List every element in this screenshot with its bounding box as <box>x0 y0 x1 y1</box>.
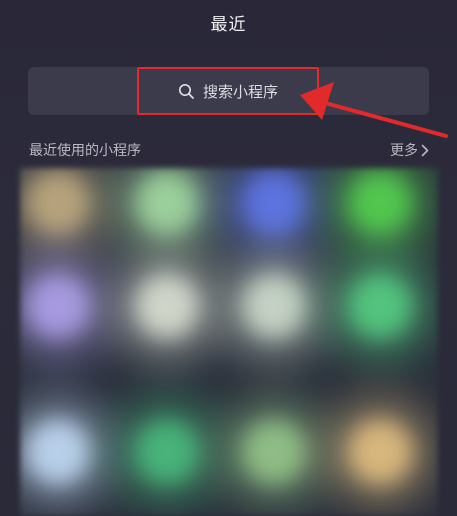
app-icon[interactable] <box>349 421 411 483</box>
search-icon <box>178 83 195 100</box>
chevron-right-icon <box>421 144 429 157</box>
app-icon[interactable] <box>243 172 305 234</box>
app-icon[interactable] <box>349 172 411 234</box>
search-content[interactable]: 搜索小程序 <box>178 80 278 102</box>
more-label: 更多 <box>390 143 418 159</box>
more-link[interactable]: 更多 <box>390 140 429 160</box>
page-title: 最近 <box>210 15 247 35</box>
app-icon[interactable] <box>27 172 89 234</box>
recent-section-label: 最近使用的小程序 <box>29 143 141 159</box>
search-placeholder: 搜索小程序 <box>203 82 279 101</box>
app-icon[interactable] <box>27 275 89 337</box>
recent-apps-grid[interactable] <box>20 168 438 516</box>
app-icon[interactable] <box>136 275 198 337</box>
app-icon[interactable] <box>243 275 305 337</box>
app-icon[interactable] <box>136 421 198 483</box>
app-icon[interactable] <box>27 421 89 483</box>
app-icon[interactable] <box>243 421 305 483</box>
app-icon[interactable] <box>136 172 198 234</box>
app-icon[interactable] <box>349 275 411 337</box>
